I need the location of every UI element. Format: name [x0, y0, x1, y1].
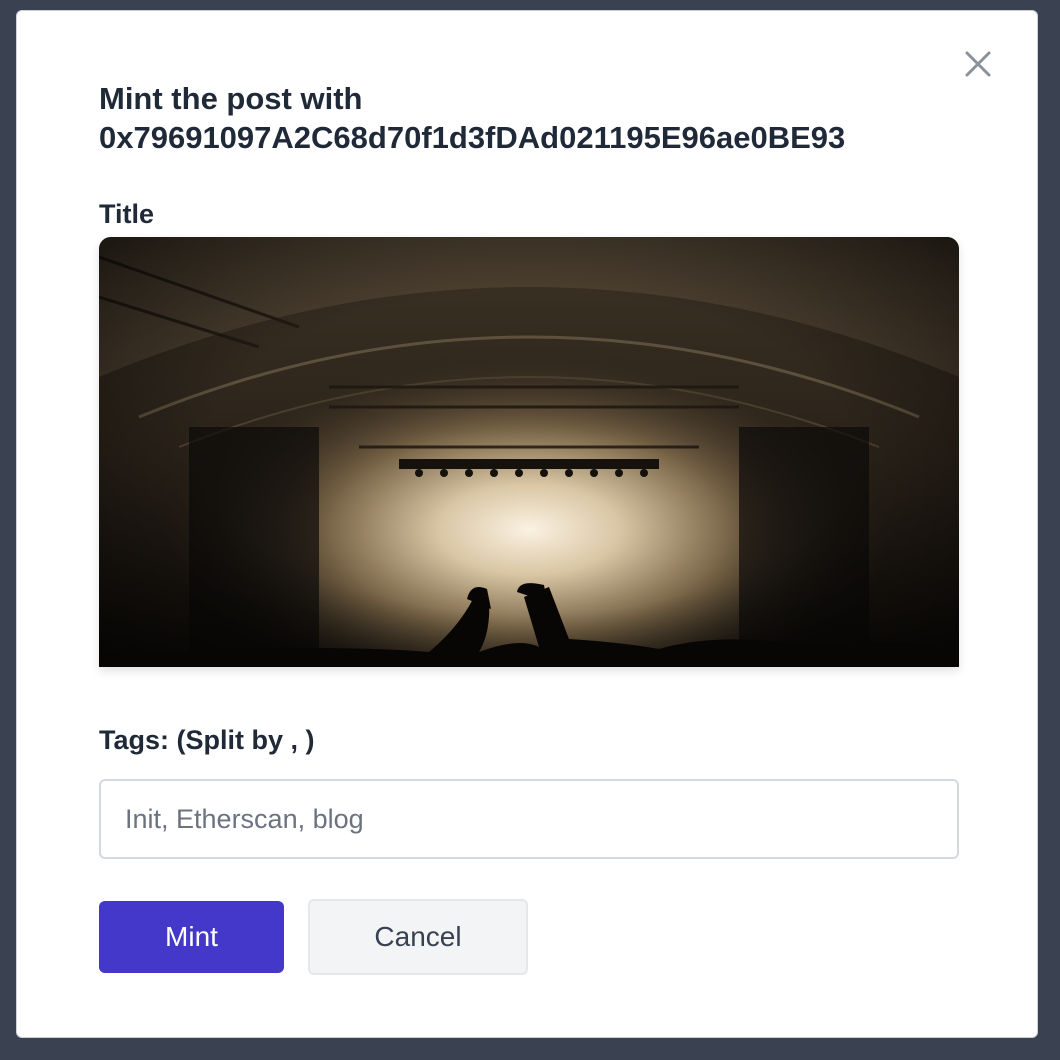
mint-button[interactable]: Mint	[99, 901, 284, 973]
close-button[interactable]	[963, 49, 993, 79]
modal-title: Mint the post with 0x79691097A2C68d70f1d…	[99, 81, 846, 155]
cancel-button[interactable]: Cancel	[308, 899, 528, 975]
close-icon	[965, 51, 991, 77]
title-label: Title	[99, 199, 155, 229]
tags-input[interactable]	[99, 779, 959, 859]
tags-label: Tags: (Split by , )	[99, 725, 315, 755]
post-image	[99, 237, 959, 667]
mint-modal: Mint the post with 0x79691097A2C68d70f1d…	[16, 10, 1038, 1038]
